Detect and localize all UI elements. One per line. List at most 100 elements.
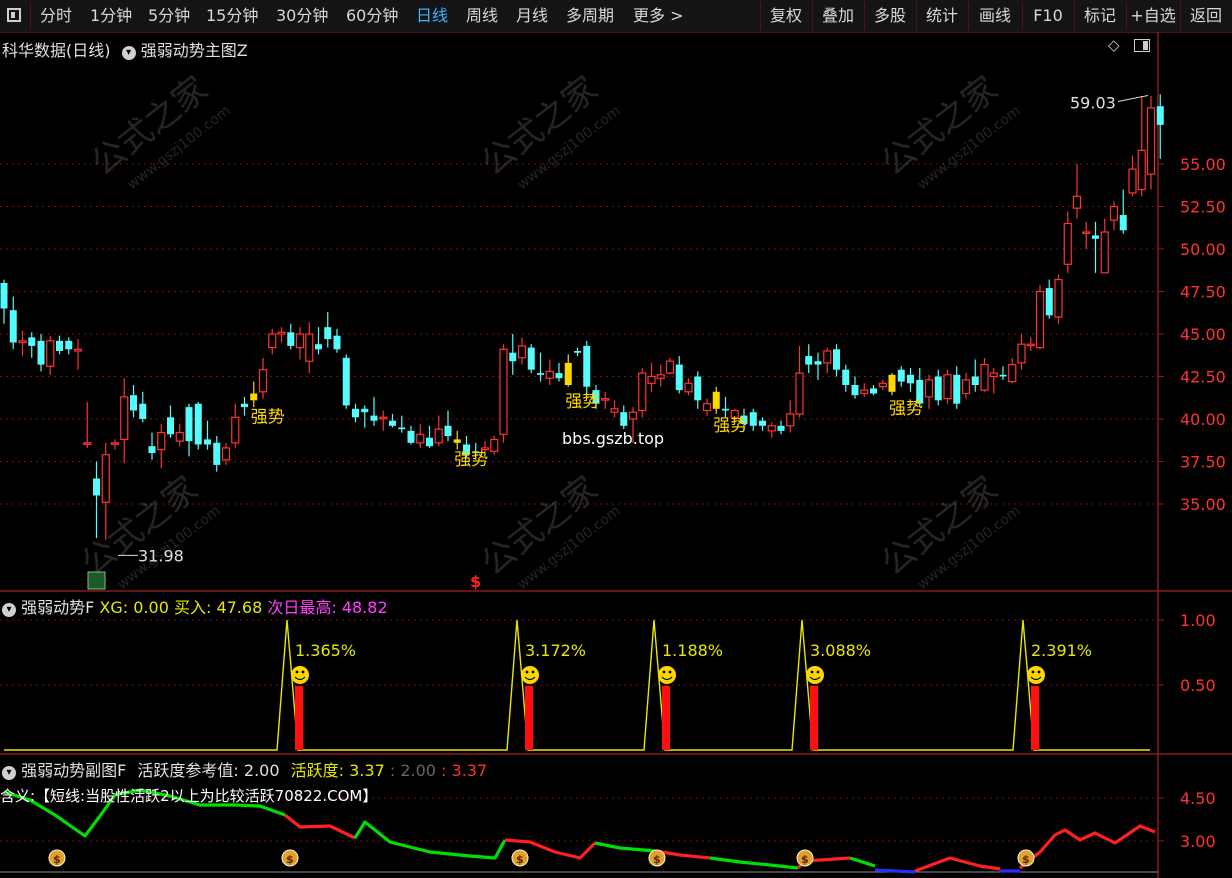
candle-body bbox=[1082, 231, 1091, 235]
candle-body bbox=[620, 412, 628, 426]
smiley-eye bbox=[1031, 670, 1035, 674]
candle-body bbox=[795, 372, 804, 415]
candle-body bbox=[999, 374, 1007, 377]
candle-body bbox=[194, 403, 202, 445]
activity-line bbox=[874, 868, 916, 874]
candle-body bbox=[28, 337, 36, 346]
money-bag-glyph: $ bbox=[516, 853, 524, 866]
candle-body bbox=[370, 415, 378, 421]
candle-body bbox=[361, 408, 369, 413]
candle-body bbox=[130, 395, 137, 411]
candle-body bbox=[897, 369, 905, 382]
candle-body bbox=[324, 327, 332, 340]
smiley-icon bbox=[291, 666, 309, 684]
signal-label: 强势 bbox=[565, 392, 599, 412]
candle-body bbox=[93, 478, 100, 496]
candle-body bbox=[389, 420, 396, 426]
signal-label: 强势 bbox=[713, 416, 747, 436]
candle-body bbox=[416, 433, 425, 444]
smiley-icon bbox=[521, 666, 539, 684]
candle-body bbox=[157, 432, 166, 451]
candle-body bbox=[1072, 195, 1082, 209]
candle-body bbox=[1054, 279, 1063, 318]
candle-body bbox=[0, 283, 8, 309]
candle-body bbox=[647, 375, 656, 384]
activity-line bbox=[284, 813, 356, 840]
watermark: 公式之家www.gszj100.com bbox=[474, 69, 624, 193]
candle-body bbox=[37, 340, 45, 365]
candle-body bbox=[46, 340, 55, 367]
money-bag-glyph: $ bbox=[286, 853, 294, 866]
candle-body bbox=[213, 442, 221, 465]
candle-body bbox=[315, 344, 322, 350]
candle-body bbox=[878, 382, 887, 388]
candle-body bbox=[749, 412, 757, 426]
candle-body bbox=[702, 403, 712, 412]
candle-body bbox=[101, 454, 110, 503]
candle-body bbox=[537, 373, 544, 375]
smiley-eye bbox=[1037, 670, 1041, 674]
candle-body bbox=[574, 351, 581, 353]
candle-body bbox=[305, 333, 314, 362]
candle-body bbox=[231, 416, 240, 444]
low-price-label: 31.98 bbox=[138, 546, 184, 565]
signal-label: 强势 bbox=[889, 399, 923, 419]
candle-body bbox=[888, 374, 896, 392]
y-tick-label: 47.50 bbox=[1180, 283, 1226, 302]
watermark: 公式之家www.gszj100.com bbox=[874, 469, 1024, 593]
candle-body bbox=[120, 396, 129, 440]
y-tick-label: 40.00 bbox=[1180, 410, 1226, 429]
kline-chart[interactable]: 55.00 52.50 50.00 47.50 45.00 42.50 40.00 37.50… bbox=[0, 0, 1232, 878]
activity-legend-text: 含义:【短线:当股性活跃2以上为比较活跃70822.COM】 bbox=[0, 787, 378, 805]
activity-line bbox=[353, 820, 507, 860]
money-bag-glyph: $ bbox=[653, 853, 661, 866]
high-price-label: 59.03 bbox=[1070, 93, 1116, 112]
watermark: 公式之家www.gszj100.com bbox=[474, 469, 624, 593]
smiley-eye bbox=[295, 670, 299, 674]
candle-body bbox=[833, 349, 840, 370]
signal-bar bbox=[662, 686, 670, 750]
candle-body bbox=[241, 403, 248, 408]
smiley-icon bbox=[658, 666, 676, 684]
candle-body bbox=[175, 432, 184, 442]
pct-label: 1.188% bbox=[662, 641, 723, 660]
candle-body bbox=[221, 447, 231, 461]
candle-body bbox=[564, 362, 572, 385]
candle-body bbox=[110, 442, 120, 445]
candle-body bbox=[333, 335, 341, 350]
candle-body bbox=[601, 398, 610, 401]
y-tick-label: 37.50 bbox=[1180, 453, 1226, 472]
candle-body bbox=[1100, 231, 1109, 274]
candle-body bbox=[759, 420, 766, 426]
pct-label: 3.088% bbox=[810, 641, 871, 660]
smiley-icon bbox=[806, 666, 824, 684]
candle-body bbox=[684, 382, 693, 393]
candle-body bbox=[167, 417, 174, 435]
signal-bar bbox=[1031, 686, 1039, 750]
candle-body bbox=[1146, 107, 1156, 175]
candle-body bbox=[1092, 235, 1099, 239]
signal-bar bbox=[810, 686, 818, 750]
candle-body bbox=[722, 408, 729, 411]
y-tick-label: 4.50 bbox=[1180, 789, 1216, 808]
candle-body bbox=[953, 374, 961, 404]
candle-body bbox=[268, 333, 277, 349]
candle-body bbox=[924, 379, 934, 398]
candle-body bbox=[1119, 215, 1127, 231]
y-tick-label: 35.00 bbox=[1180, 495, 1226, 514]
candle-body bbox=[73, 348, 83, 352]
candle-body bbox=[907, 374, 914, 384]
smiley-eye bbox=[668, 670, 672, 674]
candle-body bbox=[610, 408, 619, 413]
y-tick-label: 52.50 bbox=[1180, 198, 1226, 217]
activity-line bbox=[594, 841, 656, 853]
watermark: 公式之家www.gszj100.com bbox=[874, 69, 1024, 193]
candle-body bbox=[426, 437, 433, 447]
candle-body bbox=[961, 379, 971, 395]
smiley-eye bbox=[525, 670, 529, 674]
candle-body bbox=[509, 352, 517, 362]
candle-body bbox=[65, 340, 73, 350]
y-tick-label: 0.50 bbox=[1180, 676, 1216, 695]
candle-body bbox=[434, 428, 443, 444]
candle-body bbox=[258, 369, 268, 393]
